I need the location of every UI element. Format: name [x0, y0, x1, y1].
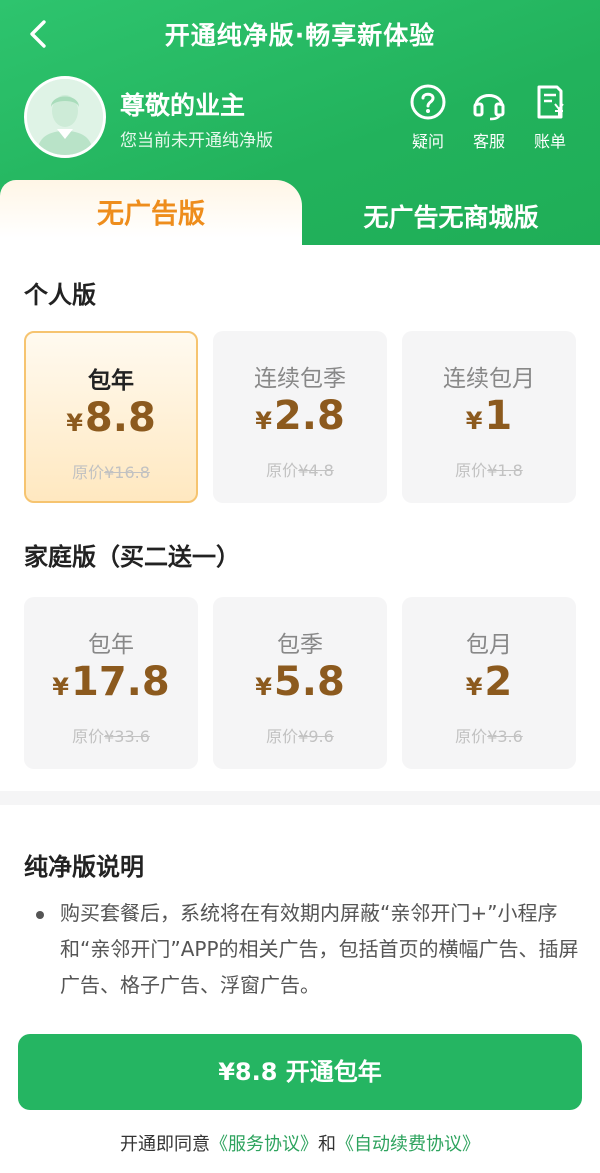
user-avatar-icon	[27, 79, 103, 155]
plan-tabs: 无广告版 无广告无商城版	[0, 180, 600, 248]
plan-name: 包年	[88, 632, 134, 658]
plan-price: ¥17.8	[52, 659, 170, 705]
plan-name: 包月	[466, 632, 512, 658]
user-name: 尊敬的业主	[120, 91, 246, 120]
plan-card-personal-quarterly[interactable]: 连续包季 ¥2.8 原价¥4.8	[213, 331, 387, 503]
personal-section-title: 个人版	[24, 281, 96, 309]
service-agreement-link[interactable]: 《服务协议》	[210, 1134, 318, 1155]
plan-price: ¥2	[465, 659, 513, 705]
plan-original-price: 原价¥4.8	[266, 461, 334, 480]
bullet-dot	[36, 911, 44, 919]
header: 开通纯净版·畅享新体验 尊敬的业主 您当前未开通纯净版 疑问 客服 账单 无广告…	[0, 0, 600, 248]
customer-service-label: 客服	[472, 132, 505, 151]
plan-card-family-yearly[interactable]: 包年 ¥17.8 原价¥33.6	[24, 597, 198, 769]
page-title: 开通纯净版·畅享新体验	[164, 21, 436, 50]
plan-price: ¥5.8	[255, 659, 345, 705]
user-status: 您当前未开通纯净版	[120, 131, 273, 151]
help-button[interactable]: 疑问	[398, 82, 458, 152]
bill-button[interactable]: 账单	[520, 82, 580, 152]
plan-price: ¥1	[465, 393, 513, 439]
plan-name: 连续包月	[443, 366, 535, 392]
bill-icon	[537, 85, 564, 119]
bottom-bar: ¥8.8 开通包年 开通即同意《服务协议》和《自动续费协议》	[0, 1008, 600, 1173]
description-title: 纯净版说明	[24, 853, 144, 881]
avatar[interactable]	[24, 76, 106, 158]
plan-name: 包季	[277, 632, 323, 658]
plan-original-price: 原价¥33.6	[72, 727, 150, 746]
description-text: 购买套餐后，系统将在有效期内屏蔽“亲邻开门+”小程序和“亲邻开门”APP的相关广…	[60, 901, 579, 997]
plan-original-price: 原价¥16.8	[72, 463, 150, 482]
top-bar: 开通纯净版·畅享新体验	[0, 0, 600, 68]
plan-card-family-monthly[interactable]: 包月 ¥2 原价¥3.6	[402, 597, 576, 769]
plan-card-personal-monthly[interactable]: 连续包月 ¥1 原价¥1.8	[402, 331, 576, 503]
plan-name: 包年	[88, 368, 134, 394]
question-icon	[410, 84, 446, 120]
family-section-title: 家庭版（买二送一）	[24, 543, 240, 571]
customer-service-button[interactable]: 客服	[459, 82, 519, 152]
bill-label: 账单	[533, 132, 566, 151]
headset-icon	[473, 94, 505, 121]
tab-no-ads-no-mall[interactable]: 无广告无商城版	[302, 190, 600, 248]
section-divider	[0, 791, 600, 805]
plan-original-price: 原价¥3.6	[455, 727, 523, 746]
auto-renewal-agreement-link[interactable]: 《自动续费协议》	[336, 1134, 480, 1155]
plan-price: ¥8.8	[66, 395, 156, 441]
plan-original-price: 原价¥1.8	[455, 461, 523, 480]
agreement-text: 开通即同意《服务协议》和《自动续费协议》	[120, 1134, 480, 1155]
plan-price: ¥2.8	[255, 393, 345, 439]
help-label: 疑问	[411, 132, 444, 151]
plan-card-personal-yearly[interactable]: 包年 ¥8.8 原价¥16.8	[24, 331, 198, 503]
tab-no-ads[interactable]: 无广告版	[0, 180, 302, 248]
plan-original-price: 原价¥9.6	[266, 727, 334, 746]
plan-name: 连续包季	[254, 366, 346, 392]
plan-card-family-quarterly[interactable]: 包季 ¥5.8 原价¥9.6	[213, 597, 387, 769]
subscribe-button[interactable]: ¥8.8 开通包年	[18, 1034, 582, 1110]
